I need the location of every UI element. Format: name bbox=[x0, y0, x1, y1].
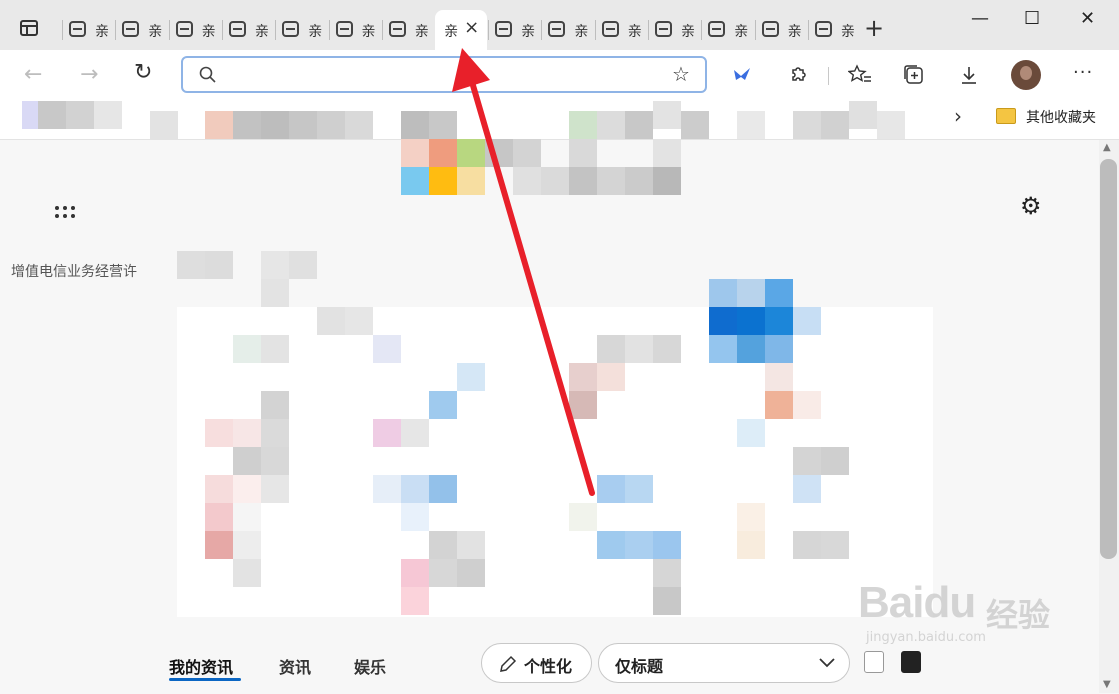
red-annotation-arrow bbox=[452, 48, 595, 496]
